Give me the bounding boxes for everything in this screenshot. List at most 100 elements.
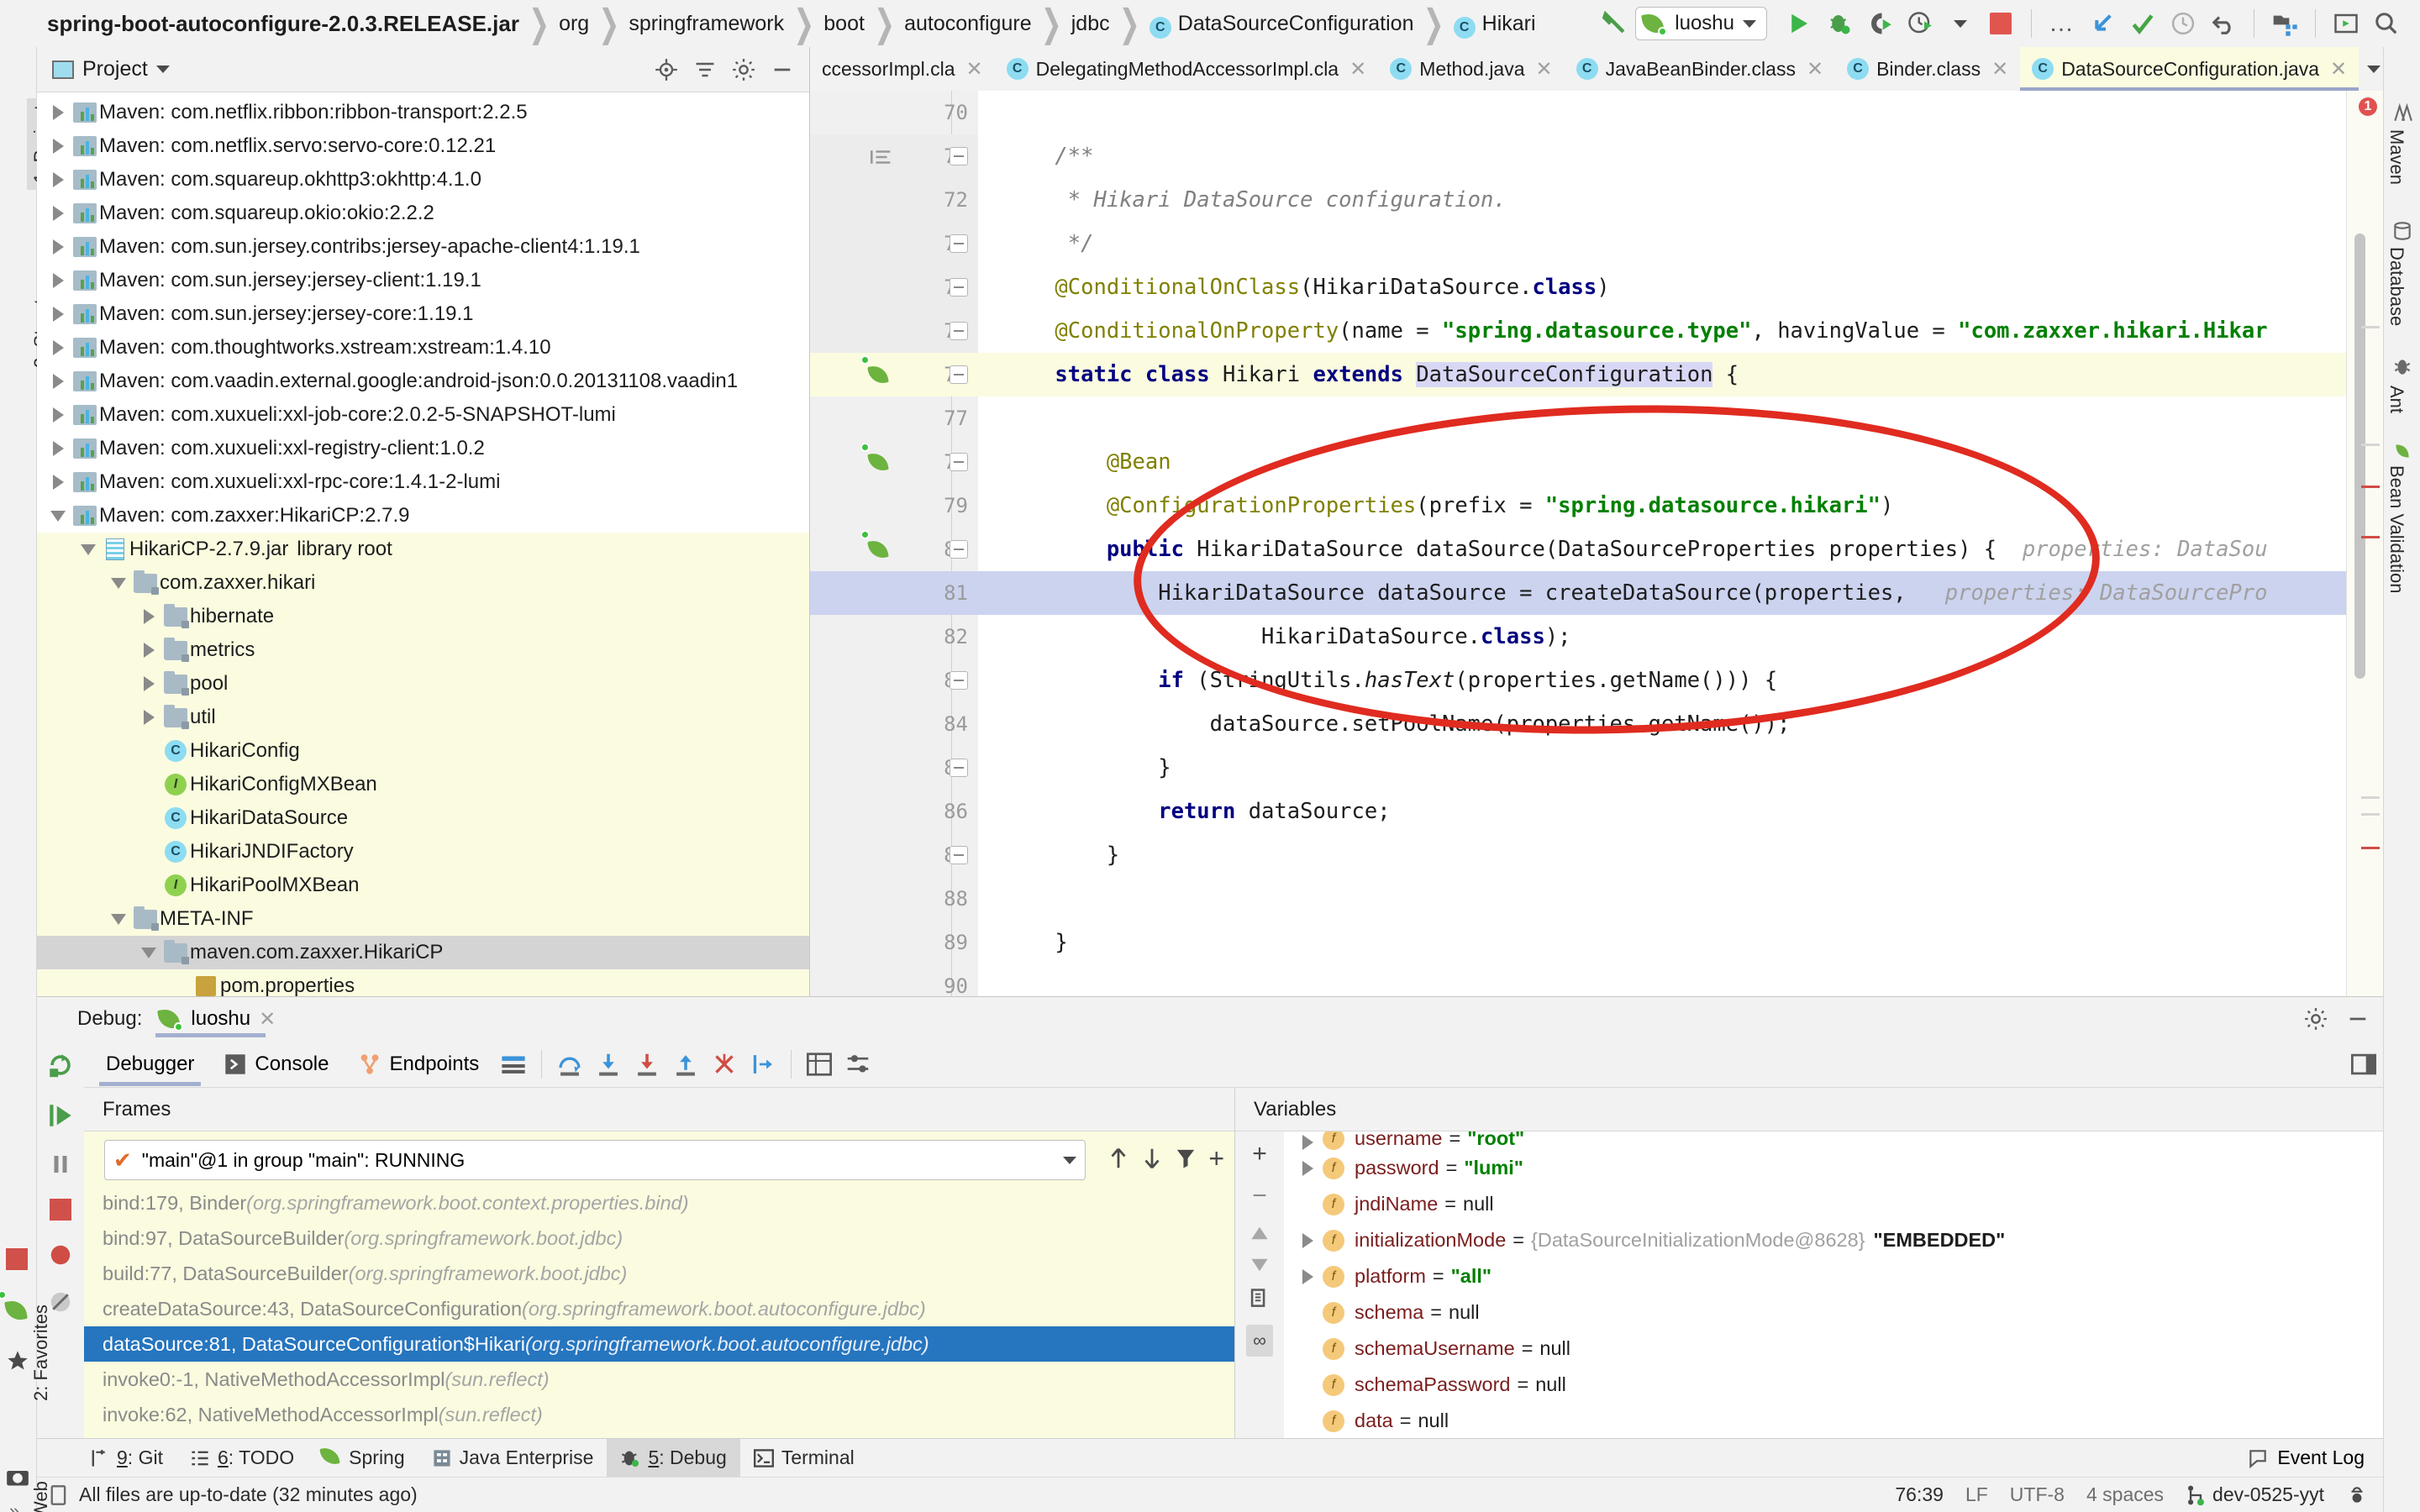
chevron-down-icon[interactable] — [1940, 5, 1981, 42]
code-line[interactable]: */ — [978, 222, 2346, 265]
add-to-watches-icon[interactable]: + — [1208, 1143, 1224, 1174]
restore-layout-icon[interactable] — [2344, 1045, 2383, 1084]
tree-twisty[interactable] — [45, 105, 71, 120]
code-line[interactable]: public HikariDataSource dataSource(DataS… — [978, 528, 2346, 571]
gutter-line[interactable]: 73 — [810, 222, 978, 265]
close-icon[interactable]: ✕ — [965, 57, 982, 81]
search-everywhere-button[interactable] — [2366, 5, 2407, 42]
code-line[interactable]: @ConditionalOnClass(HikariDataSource.cla… — [978, 265, 2346, 309]
gutter-line[interactable]: 80 — [810, 528, 978, 571]
fold-marker-icon[interactable] — [950, 453, 968, 471]
stop-icon[interactable] — [50, 1199, 71, 1221]
breadcrumb-item[interactable]: C Hikari — [1448, 12, 1542, 39]
gear-icon[interactable] — [729, 55, 759, 85]
code-line[interactable]: /** — [978, 134, 2346, 178]
add-watch-icon[interactable]: + — [1252, 1140, 1267, 1168]
tree-twisty[interactable] — [136, 676, 161, 691]
variable-row[interactable]: f initializationMode = {DataSourceInitializ… — [1284, 1222, 2383, 1258]
fold-marker-icon[interactable] — [950, 671, 968, 690]
tree-row[interactable]: maven.com.zaxxer.HikariCP — [37, 936, 809, 969]
locate-file-icon[interactable] — [651, 55, 681, 85]
tree-twisty[interactable] — [45, 172, 71, 187]
code-line[interactable] — [978, 91, 2346, 134]
code-line[interactable]: } — [978, 921, 2346, 964]
frame-row[interactable]: invoke:43, DelegatingMethodAccessorImpl … — [84, 1432, 1234, 1438]
editor-tab[interactable]: C Method.java ✕ — [1378, 47, 1564, 91]
expand-rail-icon[interactable]: » — [9, 1500, 19, 1512]
tree-twisty[interactable] — [136, 947, 161, 958]
close-icon[interactable]: ✕ — [1349, 57, 1366, 81]
tree-row[interactable]: Maven: com.thoughtworks.xstream:xstream:… — [37, 331, 809, 365]
variable-row[interactable]: f schemaUsername = null — [1284, 1331, 2383, 1367]
copy-icon[interactable] — [1249, 1288, 1270, 1311]
tree-row[interactable]: Maven: com.xuxueli:xxl-rpc-core:1.4.1-2-… — [37, 465, 809, 499]
step-into-icon[interactable] — [589, 1045, 628, 1084]
variables-tree[interactable]: f username = "root" f password = "lumi" f jndiNam… — [1284, 1131, 2383, 1438]
editor-tab[interactable]: C DelegatingMethodAccessorImpl.cla ✕ — [995, 47, 1379, 91]
tree-row[interactable]: Maven: com.squareup.okhttp3:okhttp:4.1.0 — [37, 163, 809, 197]
breadcrumb-item[interactable]: boot — [818, 12, 871, 36]
tool-window-git[interactable]: 9: Git — [76, 1439, 176, 1478]
rerun-icon[interactable] — [46, 1051, 75, 1079]
gutter-line[interactable]: 86 — [810, 790, 978, 833]
chevron-down-icon[interactable] — [2367, 65, 2381, 73]
tree-row[interactable]: Maven: com.sun.jersey:jersey-client:1.19… — [37, 264, 809, 297]
run-with-coverage-button[interactable] — [1860, 5, 1900, 42]
gutter-line[interactable]: 76 — [810, 353, 978, 396]
tool-window-terminal[interactable]: Terminal — [740, 1439, 868, 1478]
hide-panel-icon[interactable] — [2346, 1007, 2370, 1031]
tool-window-bar[interactable]: 9: Git 6: TODO Spring Java Enterprise 5: Deb… — [37, 1438, 2383, 1478]
tree-twisty[interactable] — [45, 340, 71, 355]
tree-twisty[interactable] — [45, 510, 71, 522]
variable-row[interactable]: f jndiName = null — [1284, 1186, 2383, 1222]
gutter-line[interactable]: 82 — [810, 615, 978, 659]
frame-row[interactable]: build:77, DataSourceBuilder (org.springf… — [84, 1256, 1234, 1291]
file-encoding[interactable]: UTF-8 — [2010, 1483, 2065, 1506]
tree-twisty[interactable] — [45, 307, 71, 322]
step-over-icon[interactable] — [550, 1045, 589, 1084]
run-configuration-selector[interactable]: luoshu — [1635, 7, 1767, 40]
variable-twisty[interactable] — [1292, 1232, 1323, 1248]
gutter-line[interactable]: 77 — [810, 396, 978, 440]
debugger-tab-bar[interactable]: Debugger Console Endpoints — [84, 1041, 2383, 1088]
tree-row[interactable]: C HikariConfig — [37, 734, 809, 768]
chevron-down-icon[interactable] — [1063, 1156, 1077, 1164]
tree-row[interactable]: I HikariPoolMXBean — [37, 869, 809, 902]
code-line[interactable]: if (StringUtils.hasText(properties.getNa… — [978, 659, 2346, 702]
gutter-line[interactable]: 75 — [810, 309, 978, 353]
close-icon[interactable]: ✕ — [1536, 57, 1553, 81]
tool-window-javaenterprise[interactable]: Java Enterprise — [418, 1439, 608, 1478]
fold-marker-icon[interactable] — [950, 759, 968, 777]
tool-window-todo[interactable]: 6: TODO — [176, 1439, 308, 1478]
tree-row[interactable]: META-INF — [37, 902, 809, 936]
frame-row[interactable]: bind:97, DataSourceBuilder (org.springfr… — [84, 1221, 1234, 1256]
frame-up-icon[interactable] — [1107, 1146, 1129, 1171]
editor-tab[interactable]: ccessorImpl.cla ✕ — [810, 47, 995, 91]
tree-row[interactable]: util — [37, 701, 809, 734]
tree-row[interactable]: C HikariDataSource — [37, 801, 809, 835]
project-structure-button[interactable] — [2265, 5, 2305, 42]
code-line[interactable]: @ConditionalOnProperty(name = "spring.da… — [978, 309, 2346, 353]
check-button[interactable] — [2123, 5, 2163, 42]
fold-marker-icon[interactable] — [950, 540, 968, 559]
sidebar-item-favorites[interactable]: 2: Favorites — [27, 1298, 55, 1408]
fold-marker-icon[interactable] — [950, 365, 968, 384]
layout-settings-icon[interactable] — [494, 1045, 533, 1084]
gutter-line[interactable]: 87 — [810, 833, 978, 877]
breadcrumb[interactable]: spring-boot-autoconfigure-2.0.3.RELEASE.… — [47, 3, 1542, 45]
code-line[interactable]: } — [978, 833, 2346, 877]
gutter-line[interactable]: 83 — [810, 659, 978, 702]
gutter-line[interactable]: 88 — [810, 877, 978, 921]
close-icon[interactable]: ✕ — [2330, 57, 2347, 81]
profiler-button[interactable] — [1900, 5, 1940, 42]
tree-twisty[interactable] — [76, 543, 101, 555]
code-text[interactable]: /** * Hikari DataSource configuration. *… — [978, 91, 2346, 996]
stop-session-icon[interactable] — [6, 1248, 28, 1270]
breadcrumb-item[interactable]: jdbc — [1065, 12, 1116, 36]
gutter-line[interactable]: 74 — [810, 265, 978, 309]
frames-list[interactable]: bind:179, Binder (org.springframework.bo… — [84, 1185, 1234, 1438]
tree-twisty[interactable] — [136, 643, 161, 658]
frame-row[interactable]: bind:179, Binder (org.springframework.bo… — [84, 1185, 1234, 1221]
tool-window-button[interactable] — [2326, 5, 2366, 42]
code-line[interactable]: HikariDataSource dataSource = createData… — [978, 571, 2346, 615]
